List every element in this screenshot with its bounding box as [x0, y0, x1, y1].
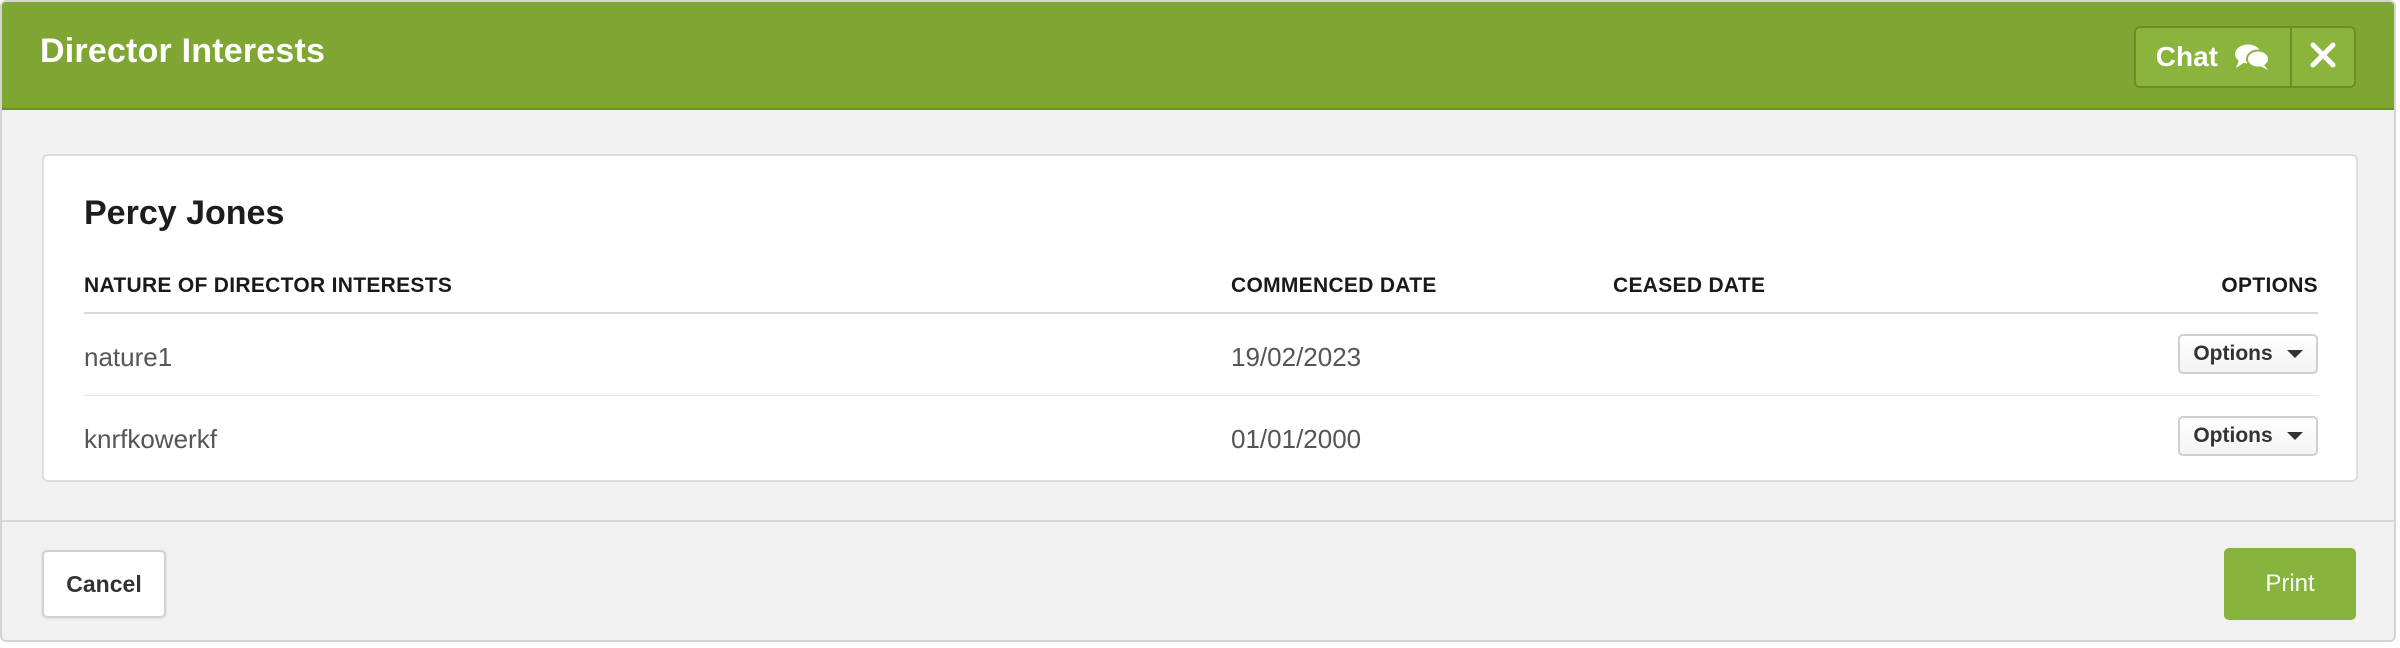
options-label: Options	[2193, 424, 2273, 447]
cell-nature: knrfkowerkf	[84, 424, 217, 454]
director-interests-modal: Director Interests Chat Percy Jones NATU…	[0, 0, 2396, 642]
modal-title: Director Interests	[40, 32, 326, 70]
print-button[interactable]: Print	[2224, 548, 2356, 620]
options-dropdown-button[interactable]: Options	[2178, 334, 2318, 374]
cancel-button[interactable]: Cancel	[42, 550, 166, 618]
person-name: Percy Jones	[84, 194, 285, 232]
table-row: knrfkowerkf 01/01/2000 Options	[84, 396, 2318, 477]
modal-header: Director Interests Chat	[2, 2, 2394, 110]
options-dropdown-button[interactable]: Options	[2178, 416, 2318, 456]
column-header-nature: NATURE OF DIRECTOR INTERESTS	[84, 274, 453, 297]
chat-bubbles-icon	[2234, 43, 2270, 71]
modal-footer: Cancel Print	[2, 522, 2394, 640]
cell-nature: nature1	[84, 342, 173, 372]
director-card: Percy Jones NATURE OF DIRECTOR INTERESTS…	[42, 154, 2358, 482]
close-button[interactable]	[2292, 28, 2354, 86]
modal-body: Percy Jones NATURE OF DIRECTOR INTERESTS…	[2, 110, 2394, 522]
header-button-group: Chat	[2133, 26, 2356, 88]
caret-down-icon	[2286, 432, 2303, 440]
caret-down-icon	[2286, 350, 2303, 358]
close-icon	[2310, 42, 2336, 73]
column-header-options: OPTIONS	[2221, 274, 2318, 297]
column-header-commenced-date: COMMENCED DATE	[1231, 274, 1437, 297]
chat-label: Chat	[2155, 41, 2218, 72]
chat-button[interactable]: Chat	[2136, 28, 2292, 86]
cell-commenced-date: 01/01/2000	[1231, 424, 1362, 454]
options-label: Options	[2193, 342, 2273, 365]
cell-commenced-date: 19/02/2023	[1231, 342, 1362, 372]
table-row: nature1 19/02/2023 Options	[84, 314, 2318, 396]
director-interests-table: NATURE OF DIRECTOR INTERESTS COMMENCED D…	[84, 266, 2318, 477]
column-header-ceased-date: CEASED DATE	[1613, 274, 1766, 297]
table-header: NATURE OF DIRECTOR INTERESTS COMMENCED D…	[84, 266, 2318, 314]
